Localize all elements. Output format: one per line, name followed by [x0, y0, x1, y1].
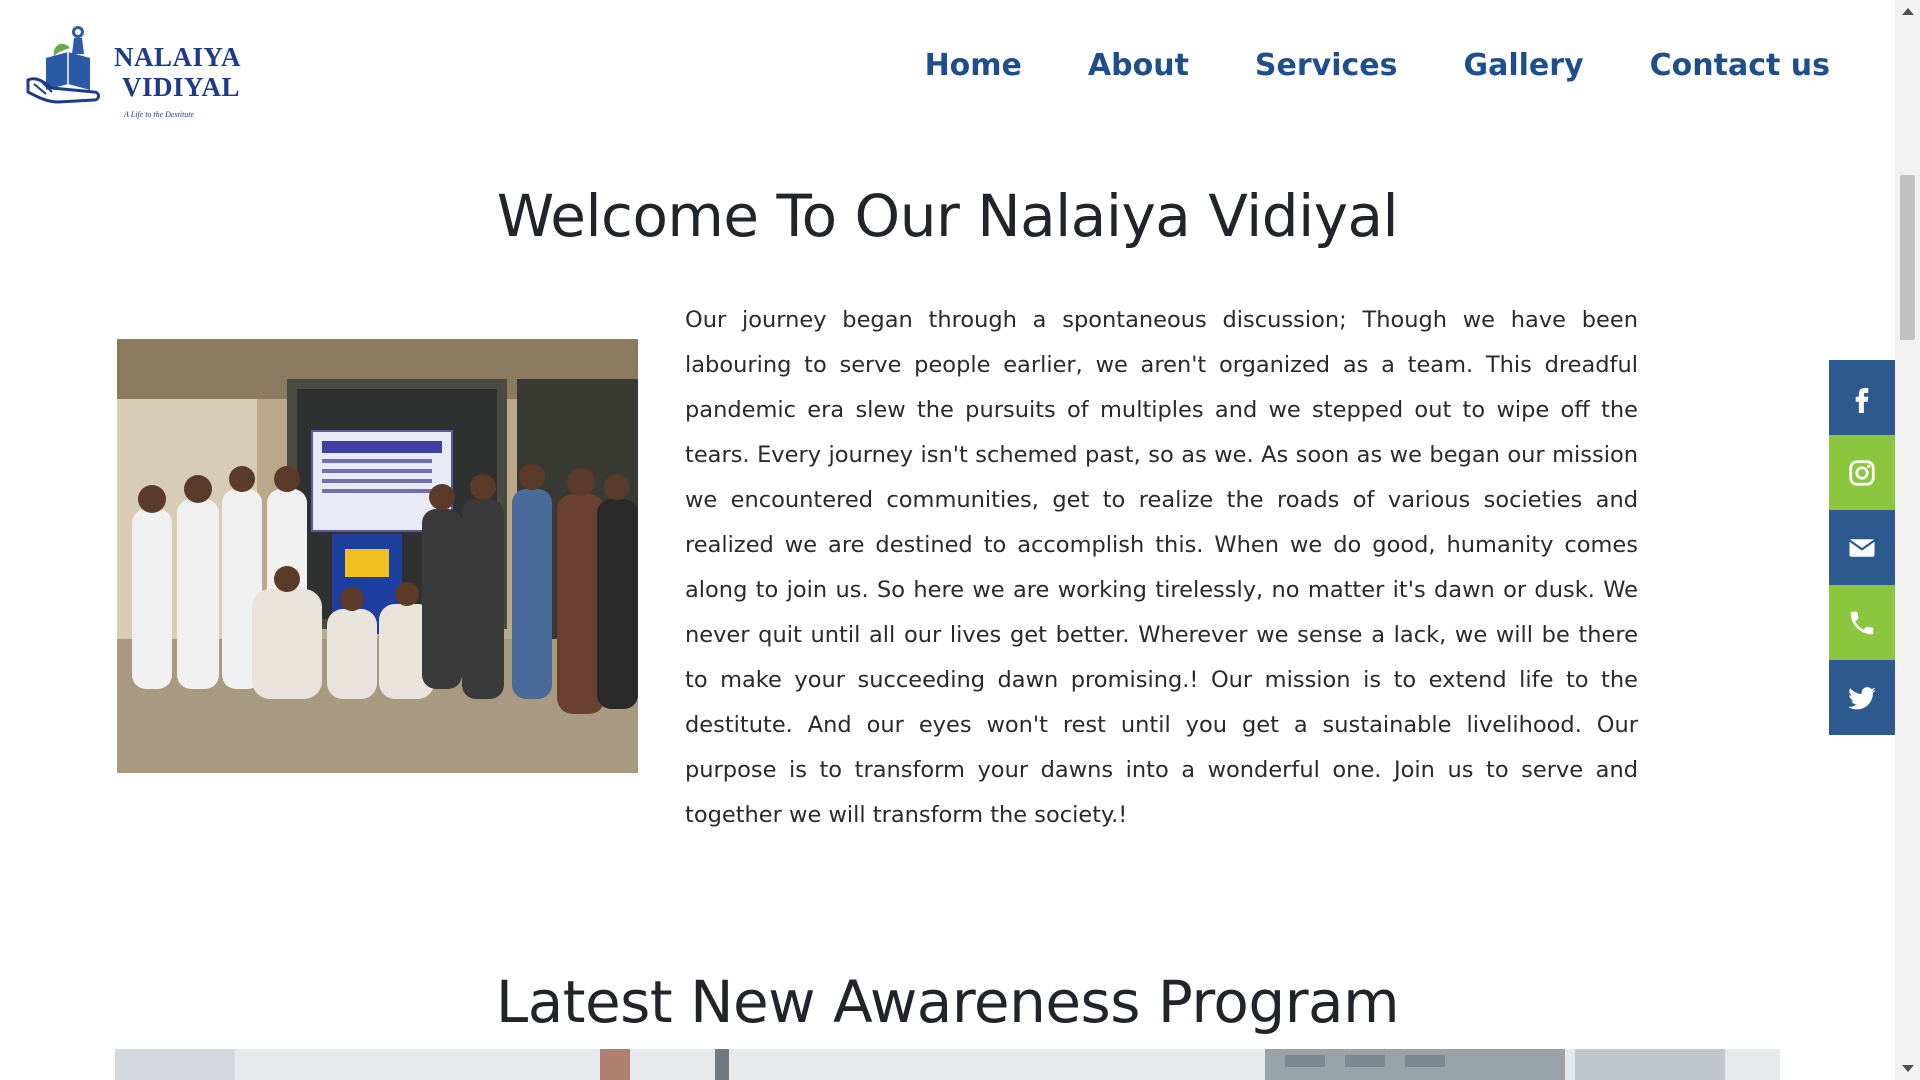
- scroll-up-icon[interactable]: [1902, 8, 1914, 15]
- logo-wordmark: NALAIYA VIDIYAL: [114, 42, 241, 102]
- nav-services[interactable]: Services: [1255, 48, 1398, 83]
- facebook-icon: [1855, 387, 1869, 413]
- main-nav: Home About Services Gallery Contact us: [925, 48, 1830, 83]
- scroll-down-icon[interactable]: [1902, 1065, 1914, 1072]
- page-scrollbar[interactable]: [1895, 0, 1920, 1080]
- logo-line2: VIDIYAL: [122, 72, 241, 102]
- group-photo-image: [117, 339, 638, 773]
- instagram-button[interactable]: [1829, 435, 1895, 510]
- latest-program-image: [115, 1049, 1780, 1080]
- facebook-button[interactable]: [1829, 360, 1895, 435]
- nav-gallery[interactable]: Gallery: [1464, 48, 1584, 83]
- site-logo[interactable]: NALAIYA VIDIYAL A Life to the Destitute: [24, 20, 241, 119]
- phone-button[interactable]: [1829, 585, 1895, 660]
- logo-line1: NALAIYA: [114, 42, 242, 72]
- logo-tagline: A Life to the Destitute: [124, 110, 195, 119]
- twitter-button[interactable]: [1829, 660, 1895, 735]
- envelope-icon: [1848, 538, 1876, 557]
- site-header: NALAIYA VIDIYAL A Life to the Destitute …: [0, 0, 1895, 140]
- welcome-heading: Welcome To Our Nalaiya Vidiyal: [496, 182, 1399, 250]
- welcome-body-text: Our journey began through a spontaneous …: [685, 307, 1638, 828]
- phone-icon: [1850, 611, 1874, 634]
- latest-program-photo: [115, 1049, 1780, 1080]
- instagram-icon: [1849, 459, 1875, 486]
- nav-about[interactable]: About: [1088, 48, 1189, 83]
- latest-program-heading: Latest New Awareness Program: [495, 968, 1400, 1036]
- nav-home[interactable]: Home: [925, 48, 1022, 83]
- twitter-icon: [1848, 686, 1876, 709]
- social-sidebar: [1829, 360, 1895, 735]
- scrollbar-thumb[interactable]: [1900, 175, 1915, 340]
- group-photo: [117, 339, 638, 773]
- email-button[interactable]: [1829, 510, 1895, 585]
- nav-contact[interactable]: Contact us: [1650, 48, 1830, 83]
